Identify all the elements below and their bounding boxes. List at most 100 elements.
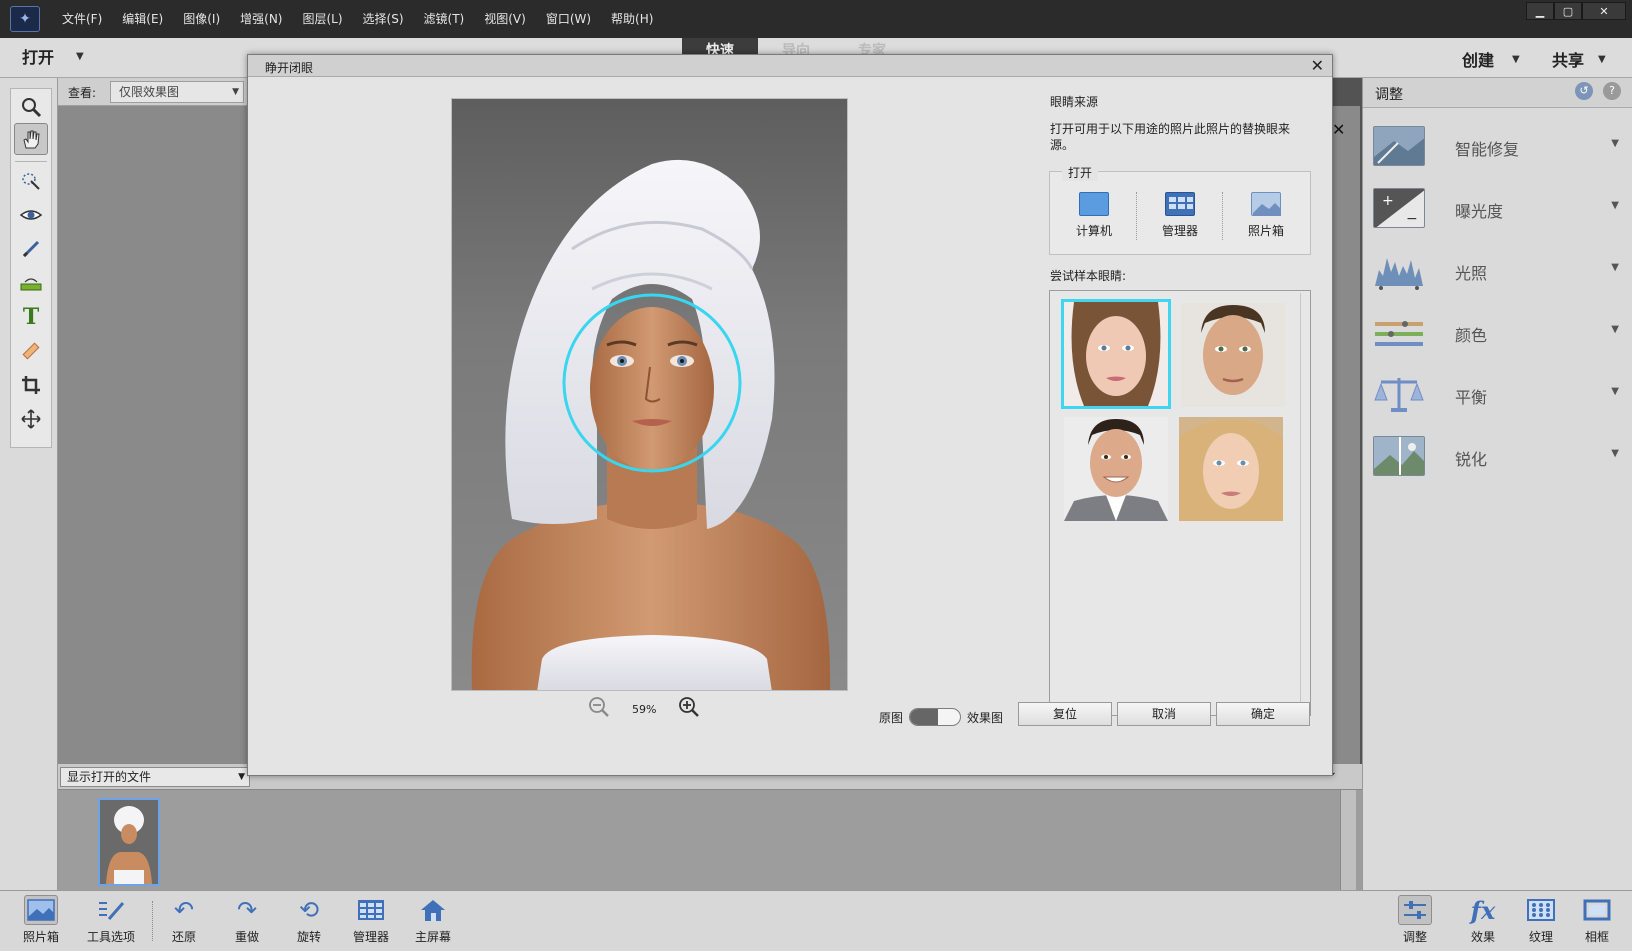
adjustment-balance[interactable]: 平衡 ▼: [1363, 364, 1632, 424]
undo-icon: ↶: [173, 896, 195, 924]
samples-scrollbar[interactable]: [1300, 293, 1308, 713]
before-after-toggle: 原图 效果图: [879, 708, 1003, 726]
share-button[interactable]: 共享 ▼: [1552, 47, 1606, 71]
view-select[interactable]: 仅限效果图 ▼: [110, 81, 244, 103]
quick-selection-icon[interactable]: [14, 165, 48, 197]
ok-button[interactable]: 确定: [1216, 702, 1310, 726]
tool-options-button[interactable]: 工具选项: [80, 895, 142, 950]
home-screen-button[interactable]: 主屏幕: [402, 895, 464, 950]
menu-layer[interactable]: 图层(L): [292, 0, 352, 38]
close-icon[interactable]: ✕: [1311, 56, 1324, 75]
menu-view[interactable]: 视图(V): [474, 0, 536, 38]
red-eye-icon[interactable]: [14, 199, 48, 231]
menu-filter[interactable]: 滤镜(T): [414, 0, 475, 38]
zoom-out-icon[interactable]: [588, 696, 610, 723]
before-after-switch[interactable]: [909, 708, 962, 726]
create-button[interactable]: 创建 ▼: [1462, 47, 1520, 71]
source-label: 照片箱: [1247, 224, 1284, 238]
help-icon[interactable]: ?: [1603, 82, 1621, 100]
reset-panel-icon[interactable]: ↺: [1575, 82, 1593, 100]
textures-button[interactable]: 纹理: [1510, 895, 1572, 950]
zoom-in-icon[interactable]: [678, 696, 700, 723]
source-label: 计算机: [1075, 224, 1112, 238]
portrait-image: [471, 159, 831, 690]
panel-title: 调整: [1375, 87, 1403, 103]
adjustment-sharpen[interactable]: 锐化 ▼: [1363, 426, 1632, 486]
undo-button[interactable]: ↶ 还原: [153, 895, 215, 950]
open-from-photo-bin-button[interactable]: 照片箱: [1230, 192, 1302, 239]
open-from-organizer-button[interactable]: 管理器: [1144, 192, 1216, 239]
menu-bar: ✦ 文件(F) 编辑(E) 图像(I) 增强(N) 图层(L) 选择(S) 滤镜…: [0, 0, 1632, 38]
adjustment-lighting[interactable]: 光照 ▼: [1363, 240, 1632, 300]
effects-icon: fx: [1470, 895, 1496, 925]
open-from-computer-button[interactable]: 计算机: [1058, 192, 1130, 239]
window-controls: ▁ ▢ ✕: [1526, 2, 1626, 20]
adjustment-smart-fix[interactable]: 智能修复 ▼: [1363, 116, 1632, 176]
bottom-bar-label: 工具选项: [86, 930, 135, 944]
sample-eyes-1[interactable]: [1061, 299, 1171, 409]
menu-file[interactable]: 文件(F): [52, 0, 112, 38]
straighten-icon[interactable]: [14, 267, 48, 299]
photo-bin: [58, 790, 1362, 890]
hand-tool-icon[interactable]: [14, 123, 48, 155]
close-icon[interactable]: ✕: [1582, 2, 1626, 20]
menu-window[interactable]: 窗口(W): [536, 0, 601, 38]
balance-icon: [1373, 374, 1425, 414]
photo-bin-icon: [1251, 192, 1281, 216]
move-tool-icon[interactable]: [14, 403, 48, 435]
effects-button[interactable]: fx 效果: [1452, 895, 1514, 950]
app-logo-icon: ✦: [10, 6, 40, 32]
menu-select[interactable]: 选择(S): [353, 0, 414, 38]
photo-preview[interactable]: [451, 98, 848, 691]
source-label: 管理器: [1161, 224, 1198, 238]
type-tool-icon[interactable]: T: [14, 301, 48, 333]
chevron-down-icon: ▼: [1611, 324, 1619, 335]
textures-icon: [1524, 895, 1558, 925]
whiten-teeth-icon[interactable]: [14, 233, 48, 265]
frames-button[interactable]: 相框: [1566, 895, 1628, 950]
eyes-source-label: 眼睛来源: [1050, 95, 1099, 109]
menu-edit[interactable]: 编辑(E): [112, 0, 173, 38]
samples-label: 尝试样本眼睛:: [1050, 269, 1127, 283]
open-button[interactable]: 打开 ▼: [22, 44, 84, 68]
bottom-bar-label: 旋转: [296, 930, 321, 944]
photoshop-elements-window: ✦ 文件(F) 编辑(E) 图像(I) 增强(N) 图层(L) 选择(S) 滤镜…: [0, 0, 1632, 951]
photo-bin-button[interactable]: 照片箱: [10, 895, 72, 950]
adjustment-exposure[interactable]: + − 曝光度 ▼: [1363, 178, 1632, 238]
toolbox-divider: [15, 161, 47, 162]
minimize-icon[interactable]: ▁: [1526, 2, 1554, 20]
cancel-button[interactable]: 取消: [1117, 702, 1211, 726]
crop-tool-icon[interactable]: [14, 369, 48, 401]
adjustments-button[interactable]: 调整: [1384, 895, 1446, 950]
sample-eyes-4[interactable]: [1179, 417, 1283, 521]
sample-eyes-3[interactable]: [1064, 417, 1168, 521]
close-icon[interactable]: ✕: [1332, 120, 1345, 139]
view-label: 查看:: [68, 86, 97, 100]
bin-select[interactable]: 显示打开的文件 ▼: [60, 767, 250, 787]
rotate-button[interactable]: ⟲ 旋转: [278, 895, 340, 950]
adjustments-panel: 调整 ↺ ? 智能修复 ▼ + − 曝光度 ▼ 光照 ▼ 颜色 ▼ 平衡 ▼ 锐…: [1362, 78, 1632, 890]
exposure-icon: + −: [1373, 188, 1425, 228]
sample-eyes-list: [1049, 290, 1311, 716]
menu-image[interactable]: 图像(I): [173, 0, 230, 38]
adjustment-color[interactable]: 颜色 ▼: [1363, 302, 1632, 362]
reset-button[interactable]: 复位: [1018, 702, 1112, 726]
spot-healing-icon[interactable]: [14, 335, 48, 367]
toggle-after-label: 效果图: [967, 710, 1004, 725]
smart-fix-icon: [1373, 126, 1425, 166]
maximize-icon[interactable]: ▢: [1554, 2, 1582, 20]
view-bar: 查看: 仅限效果图 ▼: [58, 78, 248, 106]
zoom-tool-icon[interactable]: [14, 91, 48, 123]
bottom-bar-label: 还原: [171, 930, 196, 944]
photo-thumbnail[interactable]: [98, 798, 160, 886]
redo-button[interactable]: ↷ 重做: [216, 895, 278, 950]
bin-select-value: 显示打开的文件: [67, 770, 152, 784]
organizer-button[interactable]: 管理器: [340, 895, 402, 950]
menu-enhance[interactable]: 增强(N): [230, 0, 292, 38]
chevron-down-icon: ▼: [1512, 53, 1520, 65]
menu-help[interactable]: 帮助(H): [601, 0, 663, 38]
panel-header-icons: ↺ ?: [1575, 82, 1621, 100]
chevron-down-icon: ▼: [232, 87, 239, 97]
bin-scrollbar[interactable]: [1340, 790, 1356, 890]
sample-eyes-2[interactable]: [1181, 303, 1285, 407]
